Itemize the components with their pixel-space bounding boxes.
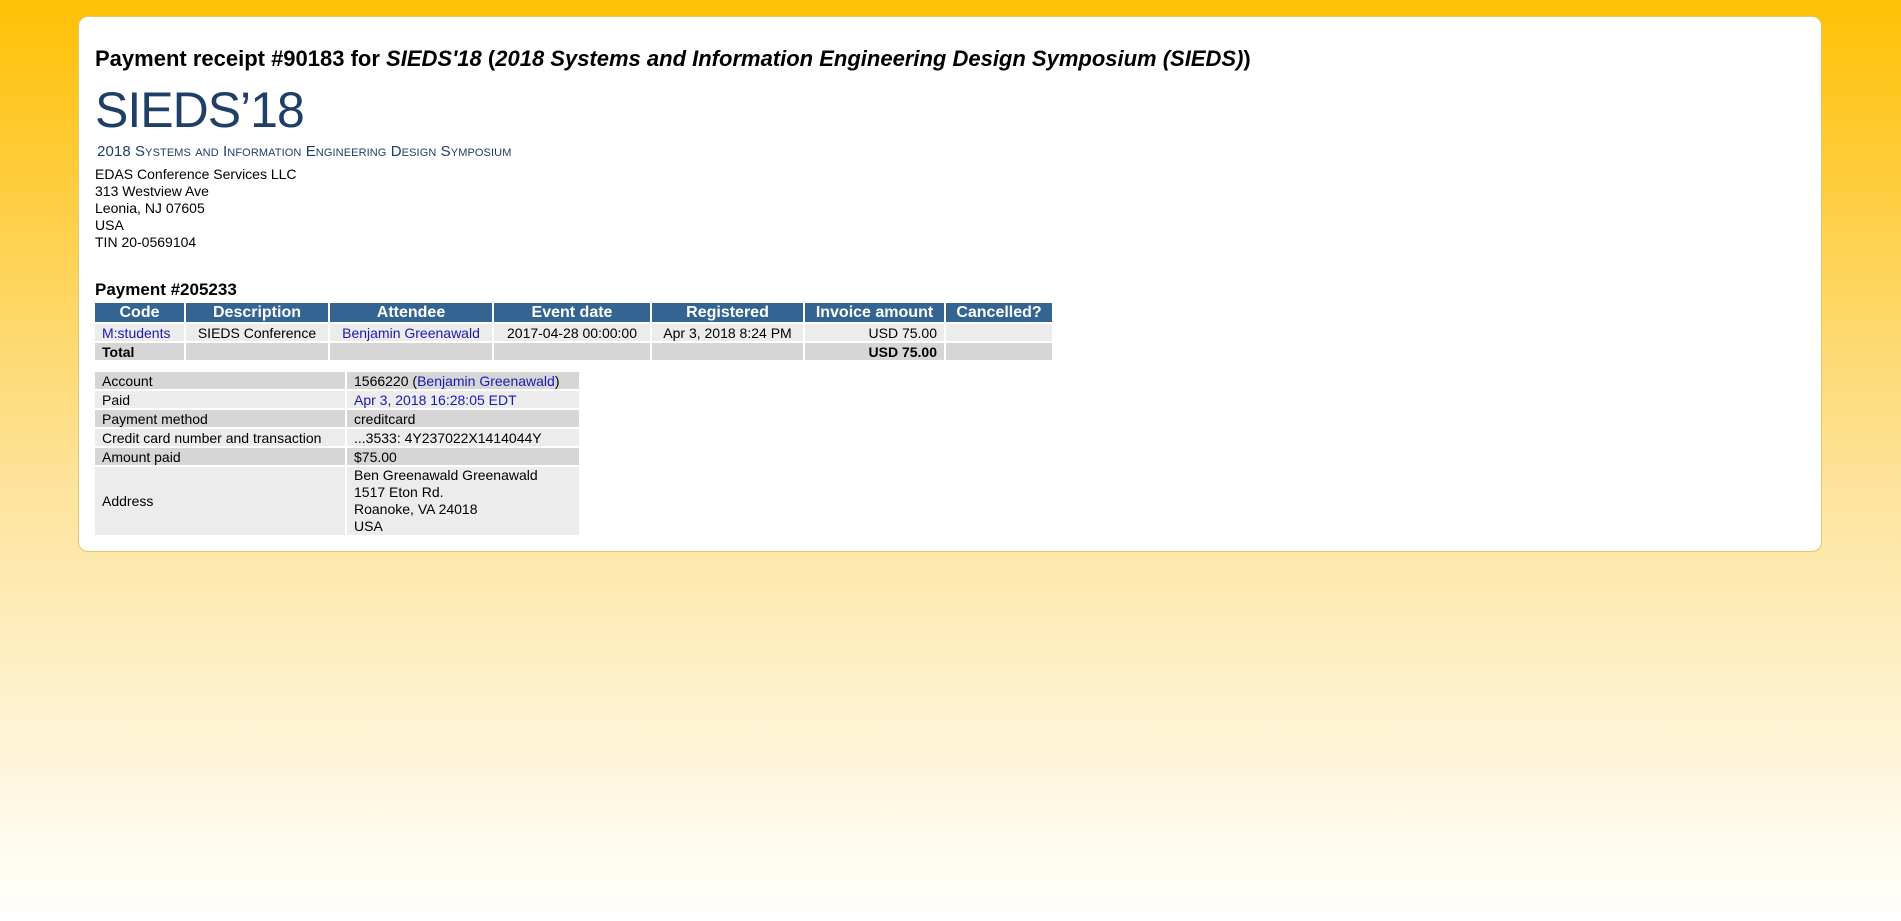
org-street: 313 Westview Ave [95, 183, 209, 199]
card-value: ...3533: 4Y237022X1414044Y [347, 429, 579, 446]
org-tin: TIN 20-0569104 [95, 234, 197, 250]
col-header-description: Description [186, 303, 328, 322]
org-country: USA [95, 217, 124, 233]
col-header-cancelled: Cancelled? [946, 303, 1052, 322]
address-line: USA [354, 518, 383, 534]
address-label: Address [95, 467, 345, 535]
col-header-invoice-amount: Invoice amount [805, 303, 944, 322]
org-name: EDAS Conference Services LLC [95, 166, 297, 182]
paid-value: Apr 3, 2018 16:28:05 EDT [347, 391, 579, 408]
cell-code: M:students [95, 324, 184, 341]
total-empty-cell [330, 343, 492, 360]
detail-row-account: Account 1566220 (Benjamin Greenawald) [95, 372, 579, 389]
address-line: Ben Greenawald Greenawald [354, 467, 538, 483]
detail-row-paid: Paid Apr 3, 2018 16:28:05 EDT [95, 391, 579, 408]
cell-invoice-amount: USD 75.00 [805, 324, 944, 341]
items-table: Code Description Attendee Event date Reg… [93, 301, 1054, 362]
cell-description: SIEDS Conference [186, 324, 328, 341]
account-label: Account [95, 372, 345, 389]
account-paren-open: ( [408, 372, 418, 389]
method-label: Payment method [95, 410, 345, 427]
total-empty-cell [186, 343, 328, 360]
col-header-event-date: Event date [494, 303, 650, 322]
address-line: Roanoke, VA 24018 [354, 501, 478, 517]
cell-registered: Apr 3, 2018 8:24 PM [652, 324, 803, 341]
card-label: Credit card number and transaction [95, 429, 345, 446]
address-line: 1517 Eton Rd. [354, 484, 444, 500]
table-row: M:students SIEDS Conference Benjamin Gre… [95, 324, 1052, 341]
address-value: Ben Greenawald Greenawald 1517 Eton Rd. … [347, 467, 579, 535]
detail-row-card: Credit card number and transaction ...35… [95, 429, 579, 446]
total-empty-cell [652, 343, 803, 360]
col-header-code: Code [95, 303, 184, 322]
title-full-name: 2018 Systems and Information Engineering… [495, 46, 1244, 71]
logo-title: SIEDS’18 [95, 82, 305, 138]
items-header-row: Code Description Attendee Event date Reg… [95, 303, 1052, 322]
col-header-registered: Registered [652, 303, 803, 322]
total-row: Total USD 75.00 [95, 343, 1052, 360]
total-amount: USD 75.00 [805, 343, 944, 360]
title-paren-close: ) [1243, 46, 1251, 71]
total-label: Total [95, 343, 184, 360]
cell-event-date: 2017-04-28 00:00:00 [494, 324, 650, 341]
col-header-attendee: Attendee [330, 303, 492, 322]
title-prefix: Payment receipt #90183 for [95, 46, 387, 71]
account-name-link[interactable]: Benjamin Greenawald [417, 373, 555, 389]
title-short-name: SIEDS'18 [386, 46, 482, 71]
conference-logo: SIEDS’18 2018 Systems and Information En… [95, 82, 579, 167]
amount-value: $75.00 [347, 448, 579, 465]
paid-label: Paid [95, 391, 345, 408]
attendee-link[interactable]: Benjamin Greenawald [342, 325, 480, 341]
payment-details-table: Account 1566220 (Benjamin Greenawald) Pa… [93, 370, 581, 537]
account-value: 1566220 (Benjamin Greenawald) [347, 372, 579, 389]
account-id: 1566220 [354, 372, 409, 389]
detail-row-address: Address Ben Greenawald Greenawald 1517 E… [95, 467, 579, 535]
logo-subtitle: 2018 Systems and Information Engineering… [97, 143, 512, 160]
cell-cancelled [946, 324, 1052, 341]
cell-attendee: Benjamin Greenawald [330, 324, 492, 341]
org-city: Leonia, NJ 07605 [95, 200, 205, 216]
method-value: creditcard [347, 410, 579, 427]
code-link[interactable]: M:students [102, 325, 170, 341]
total-empty-cell [494, 343, 650, 360]
title-paren-open: ( [481, 46, 496, 71]
amount-label: Amount paid [95, 448, 345, 465]
page-title: Payment receipt #90183 for SIEDS'18 (201… [95, 46, 1251, 72]
total-empty-cell [946, 343, 1052, 360]
detail-row-method: Payment method creditcard [95, 410, 579, 427]
organization-address: EDAS Conference Services LLC 313 Westvie… [95, 166, 297, 251]
receipt-card: Payment receipt #90183 for SIEDS'18 (201… [78, 16, 1822, 552]
account-paren-close: ) [554, 372, 560, 389]
detail-row-amount: Amount paid $75.00 [95, 448, 579, 465]
payment-title: Payment #205233 [95, 280, 237, 299]
paid-date-link[interactable]: Apr 3, 2018 16:28:05 EDT [354, 392, 517, 408]
